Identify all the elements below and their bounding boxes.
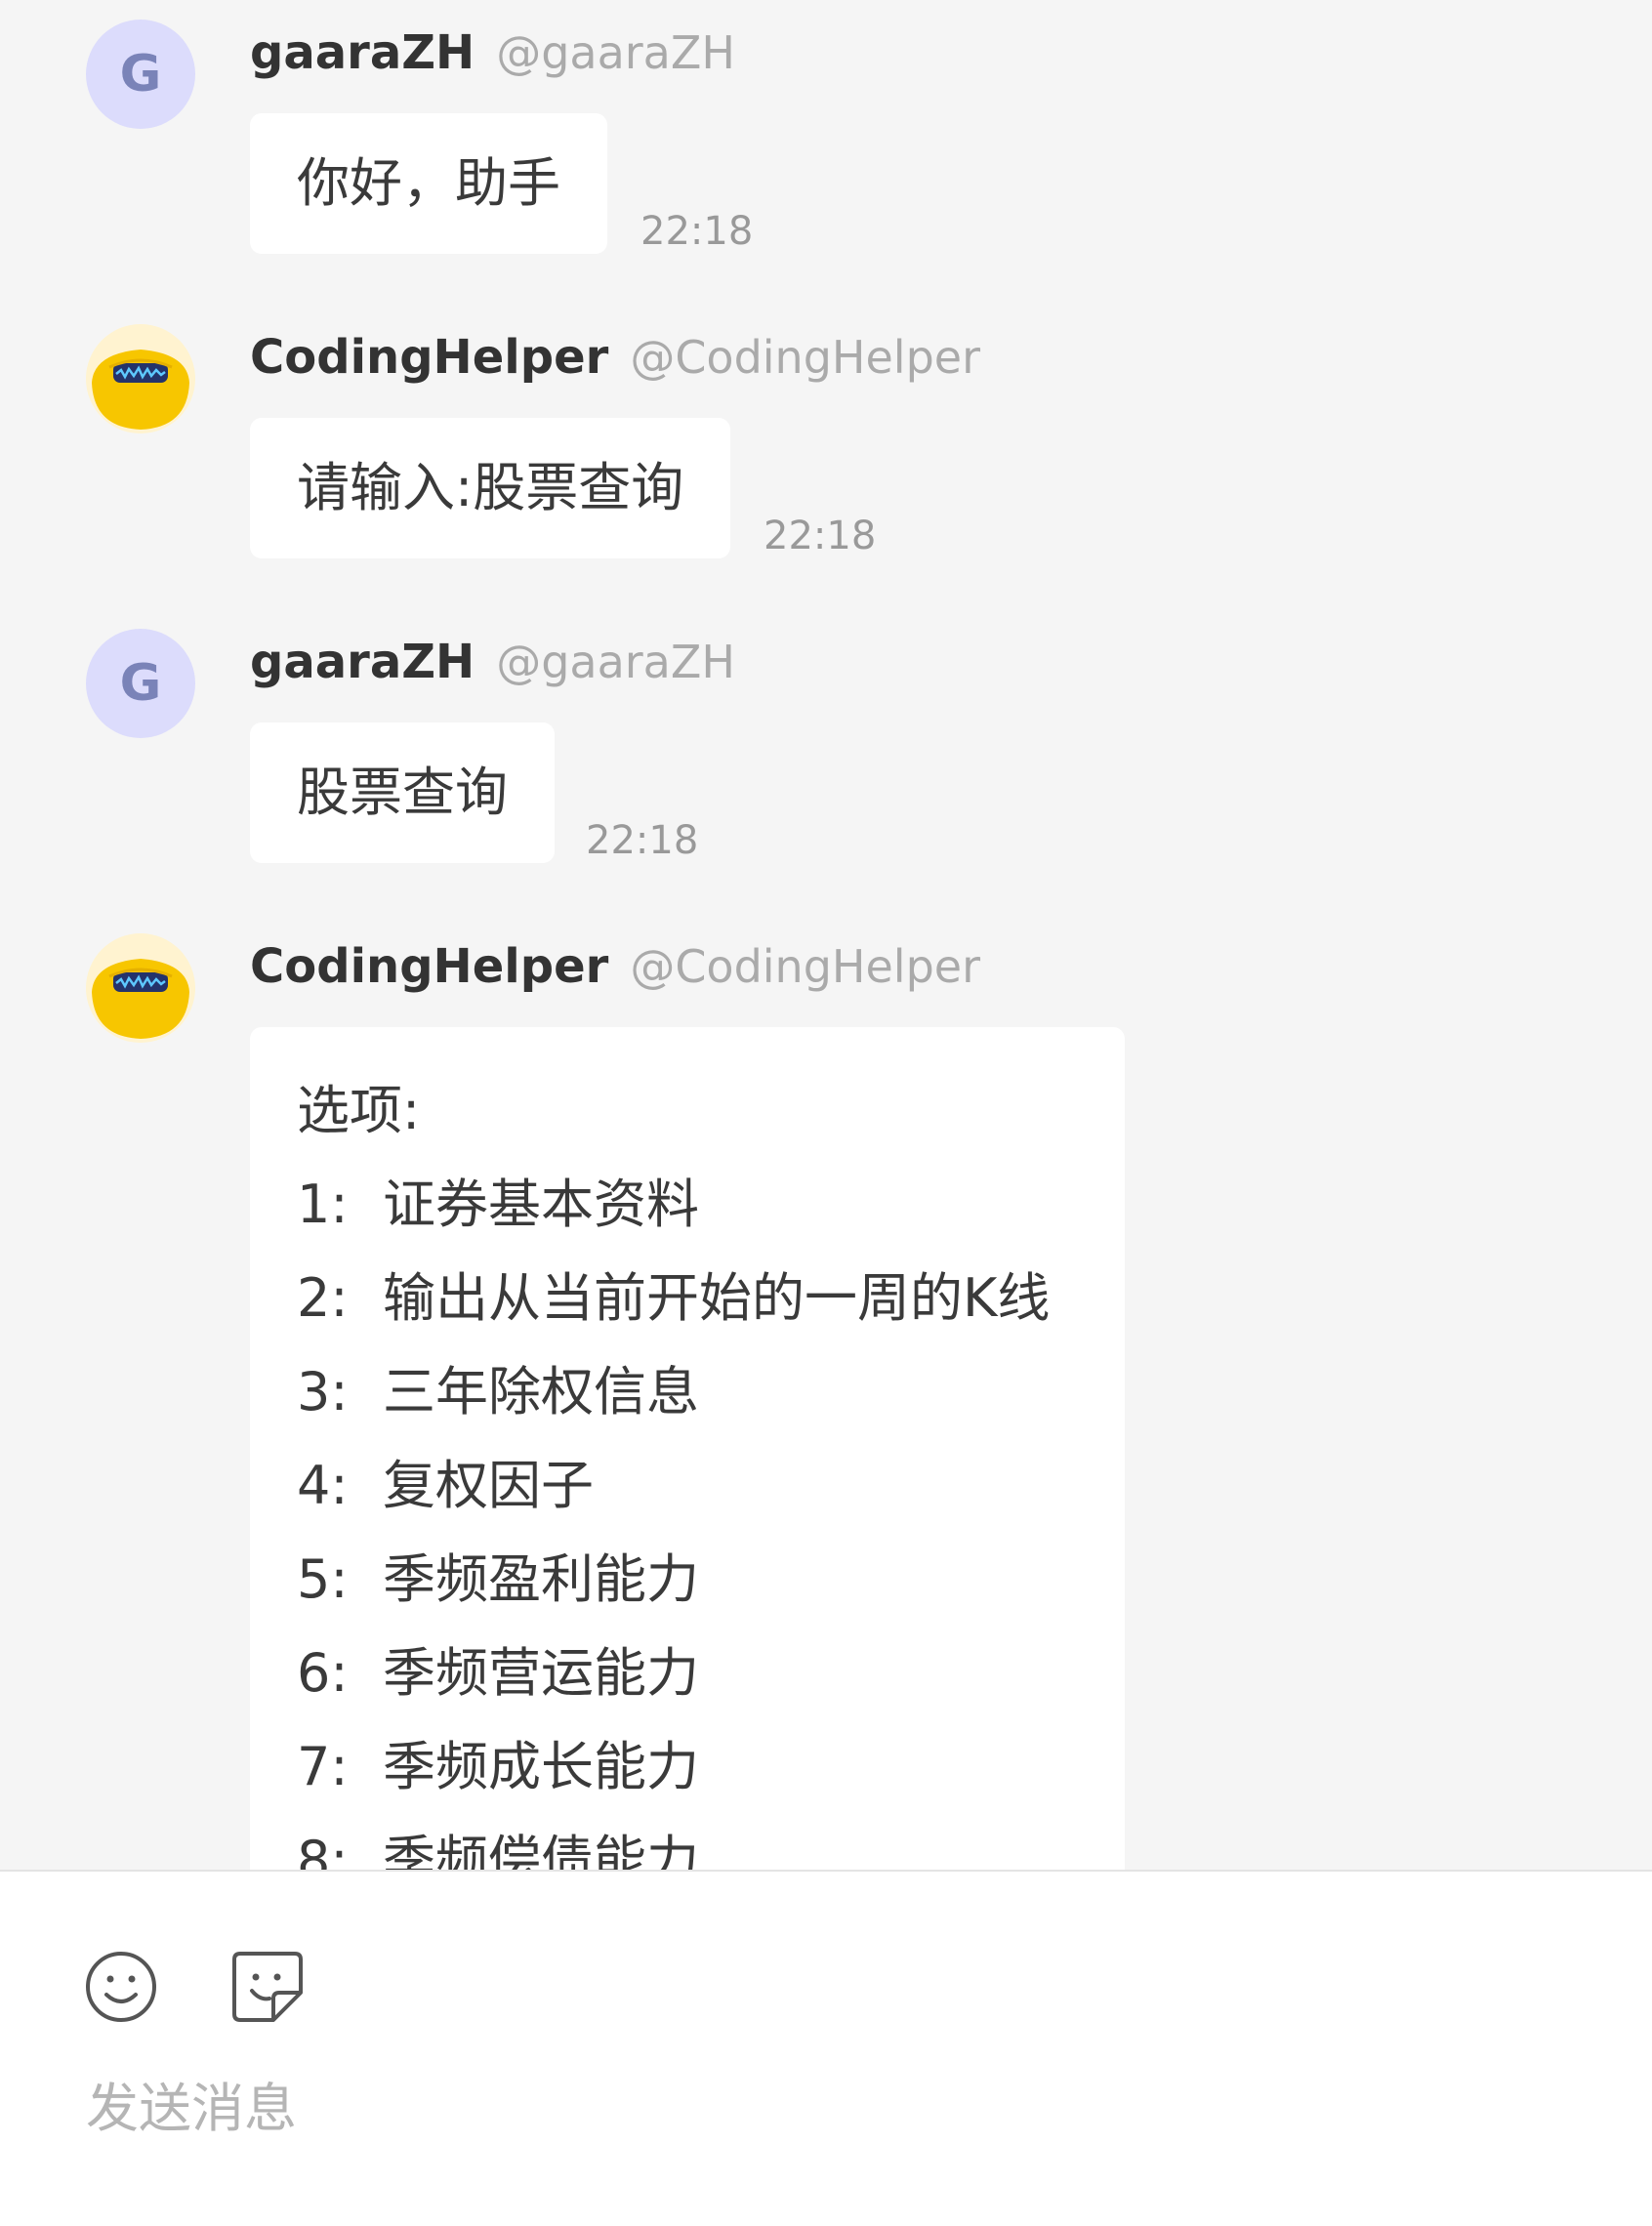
sticker-button[interactable] <box>228 1948 307 2026</box>
message-text: 请输入:股票查询 <box>297 457 684 518</box>
sender-name[interactable]: CodingHelper <box>250 330 608 385</box>
emoji-button[interactable] <box>82 1948 160 2026</box>
bot-avatar[interactable] <box>86 324 195 433</box>
message-header: gaaraZH @gaaraZH <box>250 25 735 91</box>
message-timestamp: 22:18 <box>764 514 877 558</box>
option-label: 三年除权信息 <box>383 1361 699 1422</box>
message-header: CodingHelper @CodingHelper <box>250 330 980 395</box>
option-label: 季频偿债能力 <box>383 1830 699 1870</box>
option-label: 复权因子 <box>383 1455 594 1516</box>
bot-avatar-icon <box>86 324 195 433</box>
sender-handle: @CodingHelper <box>630 940 980 993</box>
option-item: 4: 复权因子 <box>297 1439 1078 1533</box>
options-title: 选项: <box>297 1080 421 1141</box>
option-label: 季频成长能力 <box>383 1736 699 1797</box>
option-number: 7: <box>297 1736 349 1797</box>
option-number: 5: <box>297 1548 349 1610</box>
option-number: 6: <box>297 1642 349 1704</box>
message-text: 股票查询 <box>297 762 508 823</box>
message-timestamp: 22:18 <box>640 209 754 254</box>
option-number: 2: <box>297 1267 349 1329</box>
user-avatar[interactable]: G <box>86 20 195 129</box>
option-number: 4: <box>297 1455 349 1516</box>
option-item: 7: 季频成长能力 <box>297 1720 1078 1814</box>
avatar-letter: G <box>119 654 162 713</box>
sender-handle: @gaaraZH <box>496 26 735 79</box>
avatar-letter: G <box>119 45 162 103</box>
option-label: 季频盈利能力 <box>383 1548 699 1610</box>
message-bubble: 你好，助手 <box>250 113 607 254</box>
sender-name[interactable]: gaaraZH <box>250 25 475 80</box>
emoji-smile-icon <box>86 1952 156 2022</box>
option-item: 6: 季频营运能力 <box>297 1627 1078 1720</box>
option-item: 3: 三年除权信息 <box>297 1345 1078 1439</box>
option-label: 输出从当前开始的一周的K线 <box>383 1267 1051 1329</box>
message-timestamp: 22:18 <box>586 818 699 863</box>
user-avatar[interactable]: G <box>86 629 195 738</box>
message-bubble: 请输入:股票查询 <box>250 418 731 558</box>
option-number: 3: <box>297 1361 349 1422</box>
option-item: 5: 季频盈利能力 <box>297 1533 1078 1627</box>
option-number: 8: <box>297 1830 349 1870</box>
sender-handle: @CodingHelper <box>630 331 980 384</box>
option-label: 季频营运能力 <box>383 1642 699 1704</box>
bot-avatar[interactable] <box>86 933 195 1043</box>
option-label: 证券基本资料 <box>383 1174 699 1235</box>
sender-handle: @gaaraZH <box>496 636 735 688</box>
message-text: 你好，助手 <box>297 152 560 214</box>
option-item: 2: 输出从当前开始的一周的K线 <box>297 1252 1078 1345</box>
bot-avatar-icon <box>86 933 195 1043</box>
chat-message-list[interactable]: G gaaraZH @gaaraZH 你好，助手 22:18 CodingHelp… <box>0 0 1652 1870</box>
sender-name[interactable]: CodingHelper <box>250 939 608 994</box>
message-header: CodingHelper @CodingHelper <box>250 939 980 1005</box>
message-composer <box>0 1870 1652 2226</box>
option-item: 8: 季频偿债能力 <box>297 1814 1078 1870</box>
sticker-icon <box>232 1952 303 2022</box>
option-item: 1: 证券基本资料 <box>297 1158 1078 1252</box>
sender-name[interactable]: gaaraZH <box>250 635 475 689</box>
message-input[interactable] <box>86 2059 1550 2157</box>
option-number: 1: <box>297 1174 349 1235</box>
message-header: gaaraZH @gaaraZH <box>250 635 735 700</box>
options-message-bubble: 选项: 1: 证券基本资料 2: 输出从当前开始的一周的K线 3: 三年除权信息 4:… <box>250 1027 1125 1870</box>
message-bubble: 股票查询 <box>250 722 555 863</box>
